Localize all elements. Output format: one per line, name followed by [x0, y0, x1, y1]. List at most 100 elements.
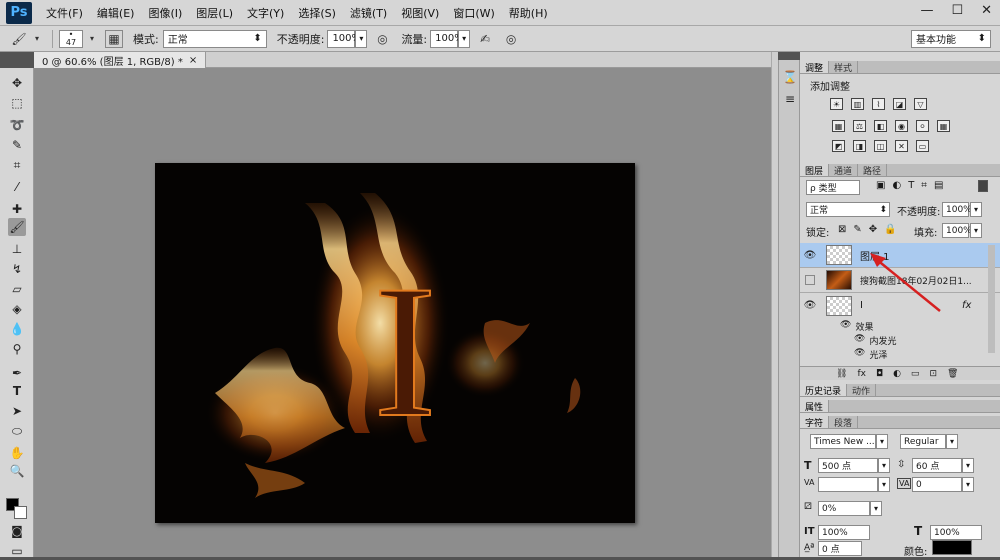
history-brush-tool-icon[interactable]: ↯ [8, 260, 26, 278]
vertical-scale-input[interactable]: 100% [818, 525, 870, 540]
new-layer-icon[interactable]: ⊡ [929, 369, 937, 379]
dropdown-arrow-icon[interactable]: ▾ [962, 477, 974, 492]
menu-layer[interactable]: 图层(L) [196, 5, 233, 21]
eye-icon[interactable]: 👁 [800, 300, 820, 311]
tab-styles[interactable]: 样式 [829, 61, 859, 74]
menu-image[interactable]: 图像(I) [148, 5, 182, 21]
brightness-icon[interactable]: ☀ [830, 98, 843, 110]
delete-layer-icon[interactable]: 🗑 [947, 369, 958, 379]
font-size-input[interactable]: 500 点 [818, 458, 878, 473]
menu-view[interactable]: 视图(V) [401, 5, 439, 21]
brush-tool-icon[interactable]: 🖌 [8, 218, 26, 236]
gradient-map-icon[interactable]: ▭ [916, 140, 929, 152]
eraser-tool-icon[interactable]: ▱ [8, 280, 26, 298]
link-layers-icon[interactable]: ⛓ [836, 369, 847, 379]
document-canvas[interactable]: I [155, 163, 635, 523]
selective-color-icon[interactable]: ✕ [895, 140, 908, 152]
menu-filter[interactable]: 滤镜(T) [350, 5, 387, 21]
tab-paths[interactable]: 路径 [858, 164, 888, 177]
add-style-icon[interactable]: fx [857, 369, 866, 379]
tab-properties[interactable]: 属性 [800, 400, 830, 413]
fill-dropdown-icon[interactable]: ▾ [970, 223, 982, 238]
menu-file[interactable]: 文件(F) [46, 5, 83, 21]
close-tab-icon[interactable]: × [189, 55, 197, 66]
layer-opacity-dropdown-icon[interactable]: ▾ [970, 202, 982, 217]
lock-all-icon[interactable]: 🔒 [884, 224, 896, 235]
channel-mixer-icon[interactable]: ⚪ [916, 120, 929, 132]
dropdown-arrow-icon[interactable]: ▾ [876, 434, 888, 449]
photo-filter-icon[interactable]: ◉ [895, 120, 908, 132]
menu-help[interactable]: 帮助(H) [509, 5, 548, 21]
dodge-tool-icon[interactable]: ⚲ [8, 340, 26, 358]
opacity-dropdown-icon[interactable]: ▾ [355, 29, 368, 48]
zoom-tool-icon[interactable]: 🔍 [8, 462, 26, 480]
dropdown-arrow-icon[interactable]: ▾ [870, 501, 882, 516]
hand-tool-icon[interactable]: ✋ [8, 444, 26, 462]
tab-history[interactable]: 历史记录 [800, 384, 848, 397]
fx-icon[interactable]: fx [962, 300, 971, 311]
move-tool-icon[interactable]: ✥ [8, 74, 26, 92]
horizontal-scale-input[interactable]: 100% [930, 525, 982, 540]
smart-object-filter-icon[interactable]: ▤ [934, 180, 943, 191]
tsume-input[interactable]: 0% [818, 501, 870, 516]
levels-icon[interactable]: ▥ [851, 98, 864, 110]
minimize-button[interactable]: — [920, 3, 933, 18]
hidden-visibility-box[interactable] [805, 275, 815, 285]
document-tab[interactable]: 0 @ 60.6% (图层 1, RGB/8) * × [34, 52, 207, 68]
eye-icon[interactable]: 👁 [800, 250, 820, 261]
tab-paragraph[interactable]: 段落 [829, 416, 859, 429]
brush-preset-picker[interactable]: • 47 [59, 29, 83, 48]
new-group-icon[interactable]: ▭ [911, 369, 920, 379]
shape-tool-icon[interactable]: ⬭ [8, 422, 26, 440]
lasso-tool-icon[interactable]: ➰ [8, 116, 26, 134]
filter-toggle[interactable] [978, 180, 988, 192]
layers-scrollbar[interactable] [988, 245, 995, 353]
vibrance-icon[interactable]: ▽ [914, 98, 927, 110]
threshold-icon[interactable]: ◫ [874, 140, 887, 152]
posterize-icon[interactable]: ◨ [853, 140, 866, 152]
leading-input[interactable]: 60 点 [912, 458, 962, 473]
tab-adjustments[interactable]: 调整 [800, 61, 830, 74]
opacity-input[interactable]: 100% [327, 29, 361, 48]
mode-select[interactable]: 正常 ⬍ [162, 29, 267, 48]
kerning-input[interactable] [818, 477, 878, 492]
menu-edit[interactable]: 编辑(E) [97, 5, 135, 21]
dropdown-arrow-icon[interactable]: ▾ [83, 30, 101, 48]
quick-select-tool-icon[interactable]: ✎ [8, 136, 26, 154]
marquee-tool-icon[interactable]: ⬚ [8, 94, 26, 112]
eye-icon[interactable]: 👁 [840, 320, 851, 333]
tab-actions[interactable]: 动作 [847, 384, 877, 397]
hue-saturation-icon[interactable]: ▦ [832, 120, 845, 132]
quick-mask-icon[interactable]: ◙ [8, 522, 26, 540]
pen-tool-icon[interactable]: ✒ [8, 364, 26, 382]
stamp-tool-icon[interactable]: ⊥ [8, 240, 26, 258]
color-lookup-icon[interactable]: ▦ [937, 120, 950, 132]
vertical-scrollbar[interactable] [771, 52, 778, 557]
fill-input[interactable]: 100% [942, 223, 972, 238]
layer-opacity-input[interactable]: 100% [942, 202, 972, 217]
add-mask-icon[interactable]: ◘ [876, 369, 883, 379]
dropdown-arrow-icon[interactable]: ▾ [962, 458, 974, 473]
baseline-input[interactable]: 0 点 [818, 541, 862, 556]
adjustment-filter-icon[interactable]: ◐ [892, 180, 901, 191]
menu-type[interactable]: 文字(Y) [247, 5, 284, 21]
eyedropper-tool-icon[interactable]: ⁄ [8, 178, 26, 196]
shape-filter-icon[interactable]: ⌗ [921, 180, 927, 191]
brush-panel-icon[interactable]: ▦ [105, 29, 123, 48]
layer-filter-select[interactable]: ρ 类型 [806, 180, 860, 195]
background-color-swatch[interactable] [14, 506, 27, 519]
new-adjustment-icon[interactable]: ◐ [893, 369, 901, 379]
lock-position-icon[interactable]: ✥ [869, 224, 877, 235]
dropdown-arrow-icon[interactable]: ▾ [946, 434, 958, 449]
close-button[interactable]: ✕ [981, 3, 992, 18]
pixel-filter-icon[interactable]: ▣ [876, 180, 885, 191]
pressure-size-icon[interactable]: ◎ [502, 30, 520, 48]
lock-transparent-icon[interactable]: ⊠ [838, 224, 846, 235]
path-select-tool-icon[interactable]: ➤ [8, 402, 26, 420]
tab-character[interactable]: 字符 [800, 416, 830, 429]
lock-pixels-icon[interactable]: ✎ [853, 224, 861, 235]
tab-channels[interactable]: 通道 [829, 164, 859, 177]
type-tool-icon[interactable]: T [8, 382, 26, 400]
curves-icon[interactable]: ⌇ [872, 98, 885, 110]
black-white-icon[interactable]: ◧ [874, 120, 887, 132]
